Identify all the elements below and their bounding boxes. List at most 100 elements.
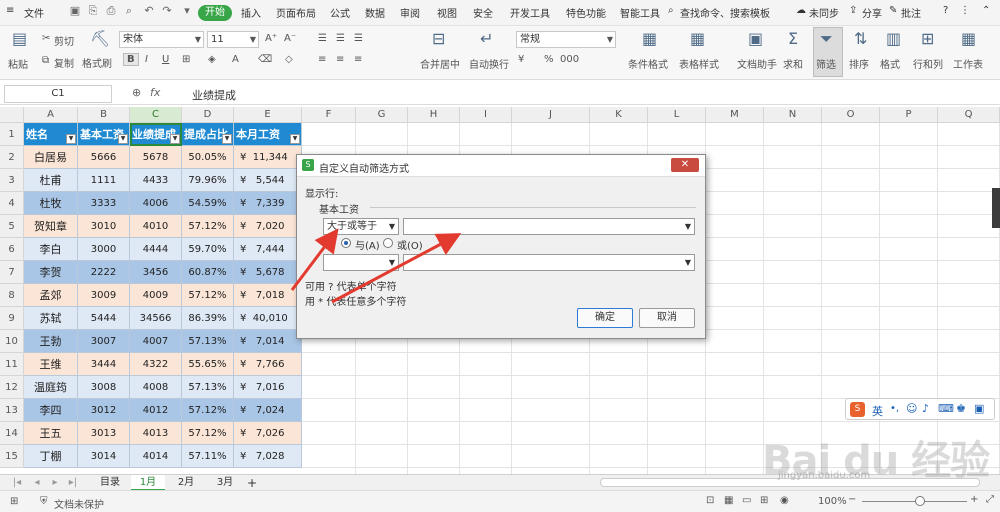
table-cell[interactable]: 57.12% xyxy=(182,215,234,238)
align-right-icon[interactable]: ≡ xyxy=(354,54,362,65)
paste-button[interactable]: 粘贴 xyxy=(8,56,28,71)
table-cell[interactable]: 4322 xyxy=(130,353,182,376)
sort-button[interactable]: 排序 xyxy=(849,56,869,71)
save-icon[interactable]: ▣ xyxy=(68,4,82,18)
fx-icon[interactable]: fx xyxy=(150,86,160,99)
filter-dropdown-icon[interactable]: ▼ xyxy=(118,134,128,144)
table-header-cell[interactable]: 业绩提成 ▼ xyxy=(130,123,182,146)
column-header[interactable]: E xyxy=(234,107,302,123)
table-cell[interactable]: 60.87% xyxy=(182,261,234,284)
table-cell[interactable]: 3014 xyxy=(78,445,130,468)
menu-insert[interactable]: 插入 xyxy=(241,5,261,20)
select-all-corner[interactable] xyxy=(0,107,24,123)
table-cell[interactable]: 3009 xyxy=(78,284,130,307)
command-search[interactable]: 查找命令、搜索模板 xyxy=(680,5,770,20)
font-select[interactable]: 宋体 ▼ xyxy=(119,31,204,48)
table-cell[interactable]: 3007 xyxy=(78,330,130,353)
column-header[interactable]: M xyxy=(706,107,764,123)
table-cell[interactable]: 4014 xyxy=(130,445,182,468)
table-cell[interactable]: 3008 xyxy=(78,376,130,399)
format-painter-button[interactable]: 格式刷 xyxy=(82,55,112,70)
table-cell[interactable]: 57.11% xyxy=(182,445,234,468)
menu-formula[interactable]: 公式 xyxy=(330,5,350,20)
row-header[interactable]: 13 xyxy=(0,399,24,422)
row-header[interactable]: 2 xyxy=(0,146,24,169)
print-icon[interactable]: ⎙ xyxy=(104,4,118,18)
copy-button[interactable]: 复制 xyxy=(54,55,74,70)
punct-icon[interactable]: •, xyxy=(890,403,899,414)
help-icon[interactable]: ? xyxy=(943,5,948,16)
worksheet-button[interactable]: 工作表 xyxy=(953,56,983,71)
bold-button[interactable]: B xyxy=(123,53,139,66)
ok-button[interactable]: 确定 xyxy=(577,308,633,328)
table-cell[interactable]: 3333 xyxy=(78,192,130,215)
tab-mar[interactable]: 3月 xyxy=(207,475,243,491)
menu-icon[interactable]: ≡ xyxy=(6,5,14,16)
table-cell[interactable]: 57.13% xyxy=(182,376,234,399)
column-header[interactable]: Q xyxy=(938,107,1000,123)
table-header-cell[interactable]: 姓名 ▼ xyxy=(24,123,78,146)
italic-button[interactable]: I xyxy=(145,54,148,65)
table-cell[interactable]: 3444 xyxy=(78,353,130,376)
last-sheet-icon[interactable]: ▸| xyxy=(66,475,80,491)
filter-button[interactable]: 筛选 xyxy=(816,56,836,71)
table-header-cell[interactable]: 提成占比 ▼ xyxy=(182,123,234,146)
table-cell[interactable]: 57.13% xyxy=(182,330,234,353)
table-cell[interactable]: 86.39% xyxy=(182,307,234,330)
operator-select-1[interactable]: 大于或等于 ▼ xyxy=(323,218,399,235)
add-sheet-icon[interactable]: + xyxy=(244,475,260,491)
row-header[interactable]: 3 xyxy=(0,169,24,192)
name-box[interactable]: C1 xyxy=(4,85,112,103)
table-cell[interactable]: 孟郊 xyxy=(24,284,78,307)
number-format-select[interactable]: 常规 ▼ xyxy=(516,31,616,48)
table-cell[interactable]: 50.05% xyxy=(182,146,234,169)
filter-dropdown-icon[interactable]: ▼ xyxy=(222,134,232,144)
menu-start-tab[interactable]: 开始 xyxy=(198,5,232,21)
protect-status[interactable]: 文档未保护 xyxy=(54,496,104,511)
menu-review[interactable]: 审阅 xyxy=(400,5,420,20)
column-header[interactable]: F xyxy=(302,107,356,123)
clear-icon[interactable]: ⌫ xyxy=(258,54,272,65)
filter-dropdown-icon[interactable]: ▼ xyxy=(290,134,300,144)
table-cell[interactable]: ¥ 5,544 xyxy=(234,169,302,192)
zoom-icon[interactable]: ⊕ xyxy=(132,86,141,99)
table-cell[interactable]: 4010 xyxy=(130,215,182,238)
eye-protect-icon[interactable]: ◉ xyxy=(780,495,789,506)
table-cell[interactable]: 4006 xyxy=(130,192,182,215)
row-header[interactable]: 1 xyxy=(0,123,24,146)
next-sheet-icon[interactable]: ▸ xyxy=(48,475,62,491)
filter-dropdown-icon[interactable]: ▼ xyxy=(66,134,76,144)
table-cell[interactable]: ¥ 11,344 xyxy=(234,146,302,169)
preview-icon[interactable]: ⌕ xyxy=(122,4,136,18)
fit-icon[interactable]: ⤢ xyxy=(986,494,994,505)
menu-developer[interactable]: 开发工具 xyxy=(510,5,550,20)
table-cell[interactable]: 5444 xyxy=(78,307,130,330)
table-cell[interactable]: 2222 xyxy=(78,261,130,284)
table-cell[interactable]: ¥ 7,339 xyxy=(234,192,302,215)
percent-button[interactable]: % xyxy=(544,54,554,65)
thousands-button[interactable]: 000 xyxy=(560,54,579,65)
column-header[interactable]: B xyxy=(78,107,130,123)
table-cell[interactable]: ¥ 7,026 xyxy=(234,422,302,445)
share-button[interactable]: 分享 xyxy=(862,5,882,20)
filter-dropdown-icon[interactable]: ▼ xyxy=(170,134,180,144)
zoom-in-icon[interactable]: + xyxy=(970,494,978,505)
table-cell[interactable]: 5678 xyxy=(130,146,182,169)
table-header-cell[interactable]: 本月工资 ▼ xyxy=(234,123,302,146)
table-cell[interactable]: ¥ 7,028 xyxy=(234,445,302,468)
tab-catalog[interactable]: 目录 xyxy=(92,475,128,491)
table-header-cell[interactable]: 基本工资 ▼ xyxy=(78,123,130,146)
table-cell[interactable]: 3456 xyxy=(130,261,182,284)
prev-sheet-icon[interactable]: ◂ xyxy=(30,475,44,491)
row-header[interactable]: 8 xyxy=(0,284,24,307)
menu-smart-tools[interactable]: 智能工具 xyxy=(620,5,660,20)
column-header[interactable]: G xyxy=(356,107,408,123)
filter-icon[interactable]: ⏷ xyxy=(820,29,833,49)
format-button[interactable]: 格式 xyxy=(880,56,900,71)
row-header[interactable]: 11 xyxy=(0,353,24,376)
more-icon[interactable]: ⋮ xyxy=(960,5,970,16)
merge-icon[interactable]: ⊟ xyxy=(432,29,445,48)
column-header[interactable]: L xyxy=(648,107,706,123)
paste-icon[interactable]: ▤ xyxy=(12,29,27,48)
row-col-icon[interactable]: ⊞ xyxy=(921,29,934,48)
